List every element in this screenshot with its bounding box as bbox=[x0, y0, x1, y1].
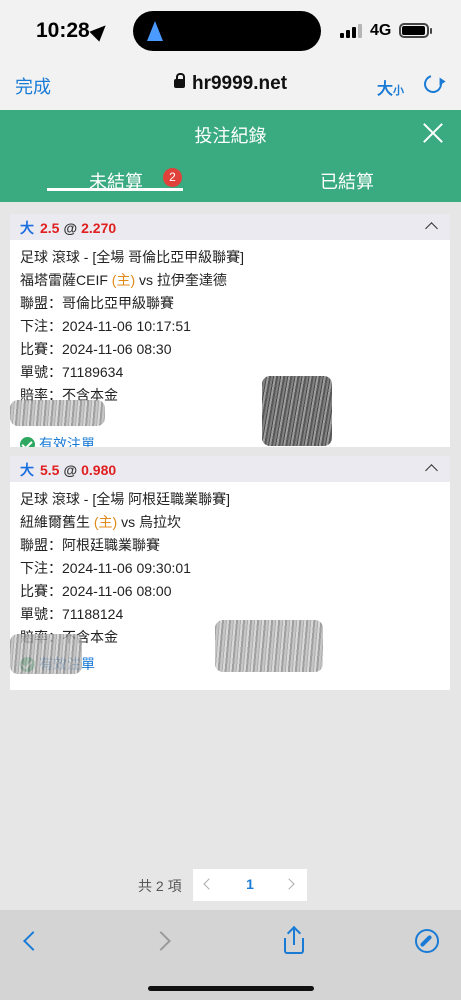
network-type: 4G bbox=[370, 22, 392, 39]
bet-details: 足球 滾球 - [全場 哥倫比亞甲級聯賽] 福塔雷薩CEIF (主) vs 拉伊… bbox=[10, 240, 450, 447]
bet-card: 大 2.5 @2.270 足球 滾球 - [全場 哥倫比亞甲級聯賽] 福塔雷薩CEI… bbox=[10, 214, 450, 447]
location-arrow-icon bbox=[89, 20, 111, 42]
lock-icon bbox=[173, 73, 185, 88]
signal-icon bbox=[340, 24, 364, 38]
share-icon[interactable] bbox=[284, 925, 304, 954]
bet-card-header[interactable]: 大 5.5 @0.980 bbox=[10, 456, 450, 482]
away-team: 烏拉坎 bbox=[139, 514, 181, 530]
bet-sport-line: 足球 滾球 - [全場 阿根廷職業聯賽] bbox=[20, 491, 230, 507]
text-size-button[interactable]: 大小 bbox=[377, 75, 404, 99]
bet-card: 大 5.5 @0.980 足球 滾球 - [全場 阿根廷職業聯賽] 紐維爾舊生 (主… bbox=[10, 456, 450, 690]
tab-bar: 未結算 已結算 bbox=[0, 158, 461, 202]
chevron-up-icon[interactable] bbox=[425, 222, 438, 235]
bet-details: 足球 滾球 - [全場 阿根廷職業聯賽] 紐維爾舊生 (主) vs 烏拉坎 聯盟… bbox=[10, 482, 450, 682]
close-icon[interactable] bbox=[422, 122, 444, 144]
vs-label: vs bbox=[121, 514, 136, 530]
bet-league: 聯盟：阿根廷職業聯賽 bbox=[20, 537, 160, 553]
home-team: 紐維爾舊生 bbox=[20, 514, 90, 530]
check-circle-icon bbox=[20, 437, 35, 447]
forward-arrow-icon[interactable] bbox=[151, 931, 171, 951]
chevron-up-icon[interactable] bbox=[425, 464, 438, 477]
home-indicator bbox=[148, 986, 314, 991]
bet-line: 5.5 bbox=[40, 462, 60, 478]
page-title: 投注紀錄 bbox=[194, 126, 267, 146]
vs-label: vs bbox=[139, 272, 153, 288]
bet-match-time: 比賽：2024-11-06 08:00 bbox=[20, 583, 172, 599]
browser-bar: 完成 hr9999.net 大小 bbox=[0, 62, 461, 110]
bet-league: 聯盟：哥倫比亞甲級聯賽 bbox=[20, 295, 174, 311]
status-bar: 10:28 4G bbox=[0, 0, 461, 62]
away-team: 拉伊奎達德 bbox=[156, 272, 227, 288]
bet-placed-time: 下注：2024-11-06 09:30:01 bbox=[20, 560, 191, 576]
bet-status: 有效注單 bbox=[20, 433, 440, 447]
redaction-scribble bbox=[262, 376, 332, 446]
home-team: 福塔雷薩CEIF bbox=[20, 272, 108, 288]
bet-ticket-number: 單號：71189634 bbox=[20, 364, 124, 380]
redaction-scribble bbox=[10, 400, 105, 426]
status-time: 10:28 bbox=[36, 19, 90, 42]
battery-icon bbox=[399, 23, 432, 38]
unsettled-count-badge: 2 bbox=[163, 168, 182, 187]
navigation-arrow-icon bbox=[147, 21, 163, 41]
pagination: 1 bbox=[193, 869, 307, 901]
text-size-small: 小 bbox=[393, 85, 405, 97]
bet-match-time: 比賽：2024-11-06 08:30 bbox=[20, 341, 172, 357]
bet-at: @ bbox=[63, 462, 78, 478]
bet-odds: 2.270 bbox=[81, 220, 117, 236]
home-marker: (主) bbox=[93, 514, 118, 530]
dynamic-island bbox=[133, 11, 321, 51]
compass-icon[interactable] bbox=[415, 929, 439, 953]
tab-settled[interactable]: 已結算 bbox=[320, 168, 374, 194]
bet-status-label: 有效注單 bbox=[39, 436, 95, 447]
pagination-total: 共 2 項 bbox=[138, 878, 182, 894]
text-size-large: 大 bbox=[377, 81, 394, 98]
bet-placed-time: 下注：2024-11-06 10:17:51 bbox=[20, 318, 191, 334]
bet-card-header[interactable]: 大 2.5 @2.270 bbox=[10, 214, 450, 240]
bet-line: 2.5 bbox=[40, 220, 60, 236]
active-tab-indicator bbox=[47, 188, 183, 191]
bet-side: 大 bbox=[20, 462, 34, 478]
home-marker: (主) bbox=[111, 272, 136, 288]
url-text: hr9999.net bbox=[191, 73, 288, 94]
bet-sport-line: 足球 滾球 - [全場 哥倫比亞甲級聯賽] bbox=[20, 249, 244, 265]
bet-side: 大 bbox=[20, 220, 34, 236]
redaction-scribble bbox=[215, 620, 323, 672]
page-header: 投注紀錄 bbox=[0, 110, 461, 158]
bet-teams: 紐維爾舊生 (主) vs 烏拉坎 bbox=[20, 511, 440, 534]
bet-teams: 福塔雷薩CEIF (主) vs 拉伊奎達德 bbox=[20, 269, 440, 292]
redaction-scribble bbox=[10, 634, 82, 674]
bet-odds: 0.980 bbox=[81, 462, 117, 478]
back-arrow-icon[interactable] bbox=[23, 931, 43, 951]
bet-at: @ bbox=[63, 220, 78, 236]
